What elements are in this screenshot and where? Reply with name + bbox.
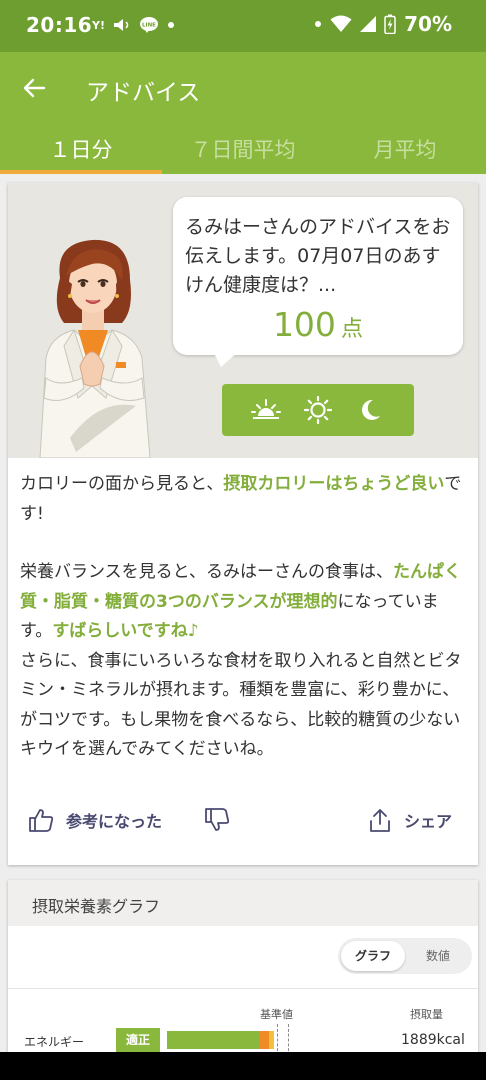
praise-highlight: すばらしいですね♪ (52, 621, 199, 641)
line-icon: LINE (139, 16, 159, 34)
system-icons: 70% (314, 12, 452, 36)
toggle-graph[interactable]: グラフ (341, 941, 405, 971)
status-bar: 20:16 Y! LINE 70% (0, 0, 486, 52)
column-standard: 基準値 (260, 1008, 293, 1021)
wifi-icon (330, 15, 352, 32)
tab-monthly-average[interactable]: 月平均 (324, 124, 486, 174)
toggle-values[interactable]: 数値 (406, 941, 470, 971)
nutrient-value: 1889kcal (401, 1032, 465, 1048)
share-button[interactable]: シェア (368, 807, 452, 833)
speaker-icon (113, 16, 131, 34)
signal-icon (360, 16, 377, 32)
advice-card: るみはーさんのアドバイスをお伝えします。07月07日のあすけん健康度は？... … (8, 183, 478, 865)
calorie-advice-text: カロリーの面から見ると、 (20, 474, 224, 494)
battery-charging-icon (384, 14, 396, 34)
notification-icons: Y! LINE (92, 16, 175, 34)
share-label: シェア (404, 812, 453, 831)
tab-one-day[interactable]: １日分 (0, 124, 162, 174)
system-navigation-bar (0, 1052, 486, 1080)
yahoo-icon: Y! (92, 18, 105, 32)
page-title: アドバイス (86, 80, 201, 106)
app-bar: アドバイス １日分 ７日間平均 月平均 (0, 52, 486, 174)
thumbs-down-icon (205, 808, 230, 831)
nutrient-name: エネルギー (24, 1035, 85, 1049)
arrow-left-icon (23, 78, 46, 98)
tab-seven-day-average[interactable]: ７日間平均 (162, 124, 324, 174)
score-value: 100 (272, 305, 336, 344)
advice-text: カロリーの面から見ると、摂取カロリーはちょうど良いです! 栄養バランスを見ると、… (20, 470, 468, 794)
thumbs-up-icon (29, 809, 54, 832)
divider (8, 988, 478, 989)
moon-icon (362, 399, 380, 420)
balance-advice-text: 栄養バランスを見ると、るみはーさんの食事は、 (20, 562, 393, 582)
advice-actions: 参考になった シェア (8, 807, 478, 843)
advisor-illustration (39, 239, 151, 458)
period-tabs: １日分 ７日間平均 月平均 (0, 124, 486, 174)
nutrition-card-header: 摂取栄養素グラフ (8, 880, 478, 926)
night-button[interactable] (355, 395, 385, 425)
speech-bubble: るみはーさんのアドバイスをお伝えします。07月07日のあすけん健康度は？... … (173, 197, 463, 355)
nutrition-card-title: 摂取栄養素グラフ (32, 897, 161, 916)
intake-bar (167, 1031, 274, 1049)
helpful-label: 参考になった (66, 812, 163, 831)
score-unit: 点 (341, 317, 364, 342)
nutrition-graph-card: 摂取栄養素グラフ グラフ 数値 基準値 摂取量 エネルギー 適正 1889kca… (8, 880, 478, 1080)
svg-text:LINE: LINE (142, 23, 156, 29)
health-score: 100 点 (173, 305, 463, 344)
calorie-advice: カロリーの面から見ると、摂取カロリーはちょうど良いです! (20, 470, 468, 529)
status-time: 20:16 (26, 13, 93, 37)
back-button[interactable] (20, 74, 48, 102)
sunrise-icon (251, 399, 281, 419)
dot-icon (315, 21, 322, 27)
status-badge: 適正 (116, 1028, 160, 1052)
view-toggle: グラフ 数値 (338, 938, 472, 974)
battery-percent: 70% (404, 12, 452, 36)
bubble-tail (213, 351, 239, 367)
calorie-highlight: 摂取カロリーはちょうど良い (223, 474, 445, 494)
sun-icon (304, 396, 332, 424)
morning-button[interactable] (251, 395, 281, 425)
variety-advice: さらに、食事にいろいろな食材を取り入れると自然とビタミン・ミネラルが摂れます。種… (20, 650, 462, 760)
share-icon (370, 809, 390, 832)
bubble-message: るみはーさんのアドバイスをお伝えします。07月07日のあすけん健康度は？... (185, 216, 451, 296)
meal-time-selector (222, 384, 414, 436)
column-intake: 摂取量 (410, 1008, 443, 1021)
dot-icon (167, 16, 175, 34)
noon-button[interactable] (303, 395, 333, 425)
not-helpful-button[interactable] (204, 807, 230, 833)
balance-advice: 栄養バランスを見ると、るみはーさんの食事は、たんぱく質・脂質・糖質の3つのバラン… (20, 558, 468, 765)
advice-hero: るみはーさんのアドバイスをお伝えします。07月07日のあすけん健康度は？... … (8, 183, 478, 458)
helpful-button[interactable]: 参考になった (28, 807, 162, 833)
